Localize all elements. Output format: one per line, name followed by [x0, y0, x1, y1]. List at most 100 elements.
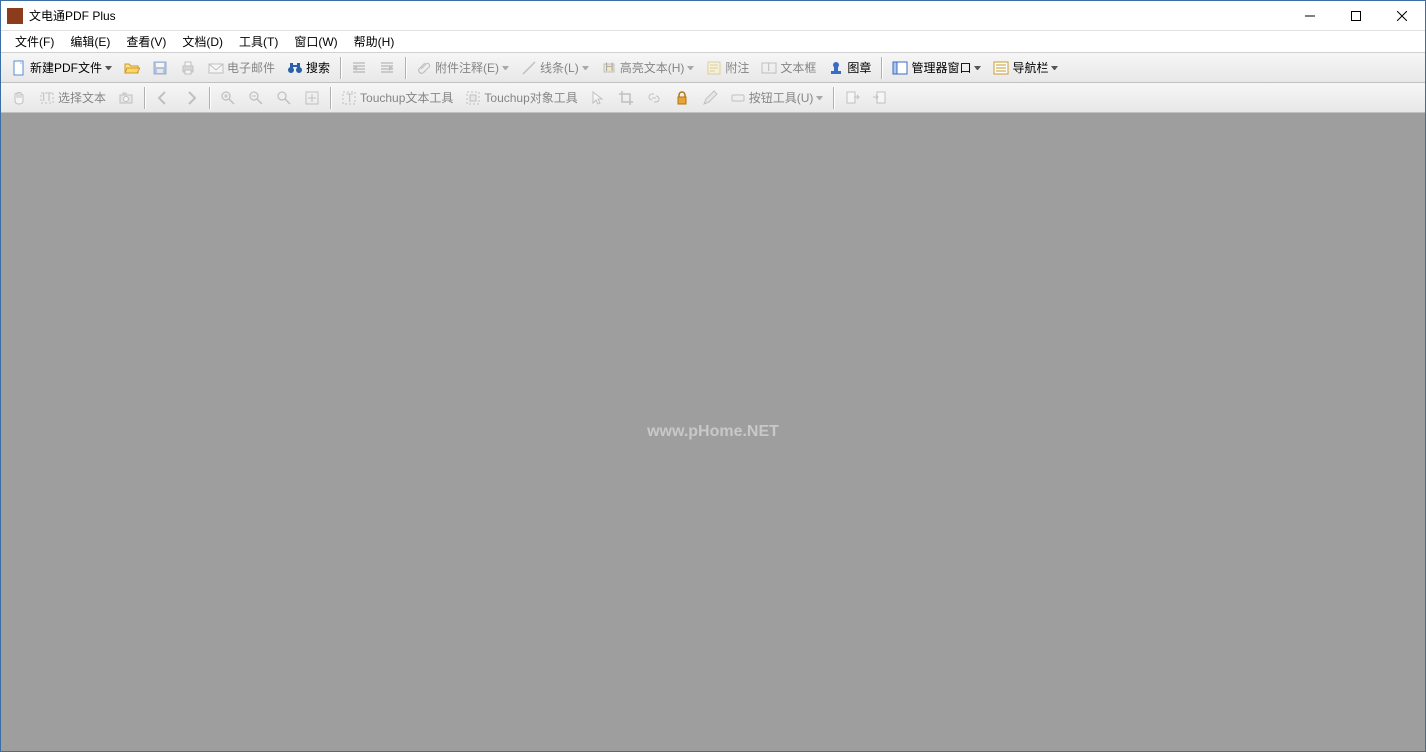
nav-bar-button[interactable]: 导航栏 [988, 56, 1063, 80]
dropdown-icon [816, 96, 823, 100]
insert-button[interactable] [867, 86, 893, 110]
app-window: 文电通PDF Plus 文件(F) 编辑(E) 查看(V) 文档(D) 工具(T… [0, 0, 1426, 752]
menu-help[interactable]: 帮助(H) [346, 31, 403, 52]
pointer-icon [590, 90, 606, 106]
folder-open-icon [124, 60, 140, 76]
camera-icon [118, 90, 134, 106]
stamp-button[interactable]: 图章 [823, 56, 876, 80]
prev-page-button[interactable] [150, 86, 176, 110]
separator [833, 87, 834, 109]
arrow-left-icon [155, 90, 171, 106]
line-button[interactable]: 线条(L) [516, 56, 594, 80]
separator [340, 57, 341, 79]
email-button[interactable]: 电子邮件 [203, 56, 280, 80]
link-button[interactable] [641, 86, 667, 110]
menu-bar: 文件(F) 编辑(E) 查看(V) 文档(D) 工具(T) 窗口(W) 帮助(H… [1, 31, 1425, 53]
paperclip-icon [416, 60, 432, 76]
textbox-icon: T [761, 60, 777, 76]
separator [405, 57, 406, 79]
note-button[interactable]: 附注 [701, 56, 754, 80]
save-button[interactable] [147, 56, 173, 80]
close-button[interactable] [1379, 1, 1425, 31]
menu-file[interactable]: 文件(F) [7, 31, 62, 52]
zoom-out-button[interactable] [243, 86, 269, 110]
toolbar-secondary: IT 选择文本 T Touchup文本工具 Touchup对象工具 按钮 [1, 83, 1425, 113]
select-text-button[interactable]: IT 选择文本 [34, 86, 111, 110]
window-controls [1287, 1, 1425, 31]
touchup-object-button[interactable]: Touchup对象工具 [460, 86, 582, 110]
app-icon [7, 8, 23, 24]
new-pdf-button[interactable]: 新建PDF文件 [6, 56, 117, 80]
link-icon [646, 90, 662, 106]
lock-icon [674, 90, 690, 106]
svg-text:H: H [605, 60, 614, 74]
attach-note-button[interactable]: 附件注释(E) [411, 56, 514, 80]
touchup-text-icon: T [341, 90, 357, 106]
page-in-icon [872, 90, 888, 106]
svg-text:T: T [346, 91, 354, 105]
list-icon [993, 60, 1009, 76]
crop-button[interactable] [613, 86, 639, 110]
separator [144, 87, 145, 109]
indent-right-icon [379, 60, 395, 76]
snapshot-button[interactable] [113, 86, 139, 110]
dropdown-icon [502, 66, 509, 70]
page-icon [11, 60, 27, 76]
sign-button[interactable] [697, 86, 723, 110]
document-area: www.pHome.NET [1, 113, 1425, 751]
separator [330, 87, 331, 109]
indent-left-icon [351, 60, 367, 76]
crop-icon [618, 90, 634, 106]
hand-tool-button[interactable] [6, 86, 32, 110]
dropdown-icon [105, 66, 112, 70]
menu-tools[interactable]: 工具(T) [231, 31, 286, 52]
menu-document[interactable]: 文档(D) [174, 31, 231, 52]
open-button[interactable] [119, 56, 145, 80]
dropdown-icon [582, 66, 589, 70]
separator [881, 57, 882, 79]
pointer-button[interactable] [585, 86, 611, 110]
pen-icon [702, 90, 718, 106]
button-tool[interactable]: 按钮工具(U) [725, 86, 829, 110]
fit-icon [304, 90, 320, 106]
note-icon [706, 60, 722, 76]
manager-window-button[interactable]: 管理器窗口 [887, 56, 986, 80]
email-icon [208, 60, 224, 76]
indent-right-button[interactable] [374, 56, 400, 80]
page-out-icon [844, 90, 860, 106]
security-button[interactable] [669, 86, 695, 110]
zoom-marquee-button[interactable] [271, 86, 297, 110]
svg-text:T: T [765, 60, 773, 74]
minimize-button[interactable] [1287, 1, 1333, 31]
dropdown-icon [974, 66, 981, 70]
stamp-icon [828, 60, 844, 76]
zoom-in-button[interactable] [215, 86, 241, 110]
menu-edit[interactable]: 编辑(E) [62, 31, 118, 52]
print-icon [180, 60, 196, 76]
maximize-button[interactable] [1333, 1, 1379, 31]
next-page-button[interactable] [178, 86, 204, 110]
zoom-icon [276, 90, 292, 106]
menu-window[interactable]: 窗口(W) [286, 31, 345, 52]
indent-left-button[interactable] [346, 56, 372, 80]
dropdown-icon [687, 66, 694, 70]
toolbar-main: 新建PDF文件 电子邮件 搜索 附件注释(E) [1, 53, 1425, 83]
menu-view[interactable]: 查看(V) [118, 31, 174, 52]
textbox-button[interactable]: T 文本框 [756, 56, 821, 80]
search-button[interactable]: 搜索 [282, 56, 335, 80]
zoom-in-icon [220, 90, 236, 106]
fit-page-button[interactable] [299, 86, 325, 110]
highlight-button[interactable]: H 高亮文本(H) [596, 56, 700, 80]
arrow-right-icon [183, 90, 199, 106]
print-button[interactable] [175, 56, 201, 80]
button-icon [730, 90, 746, 106]
svg-text:IT: IT [42, 90, 53, 104]
title-bar: 文电通PDF Plus [1, 1, 1425, 31]
panel-icon [892, 60, 908, 76]
extract-button[interactable] [839, 86, 865, 110]
text-select-icon: IT [39, 90, 55, 106]
binoculars-icon [287, 60, 303, 76]
touchup-text-button[interactable]: T Touchup文本工具 [336, 86, 458, 110]
window-title: 文电通PDF Plus [29, 7, 1287, 24]
save-icon [152, 60, 168, 76]
